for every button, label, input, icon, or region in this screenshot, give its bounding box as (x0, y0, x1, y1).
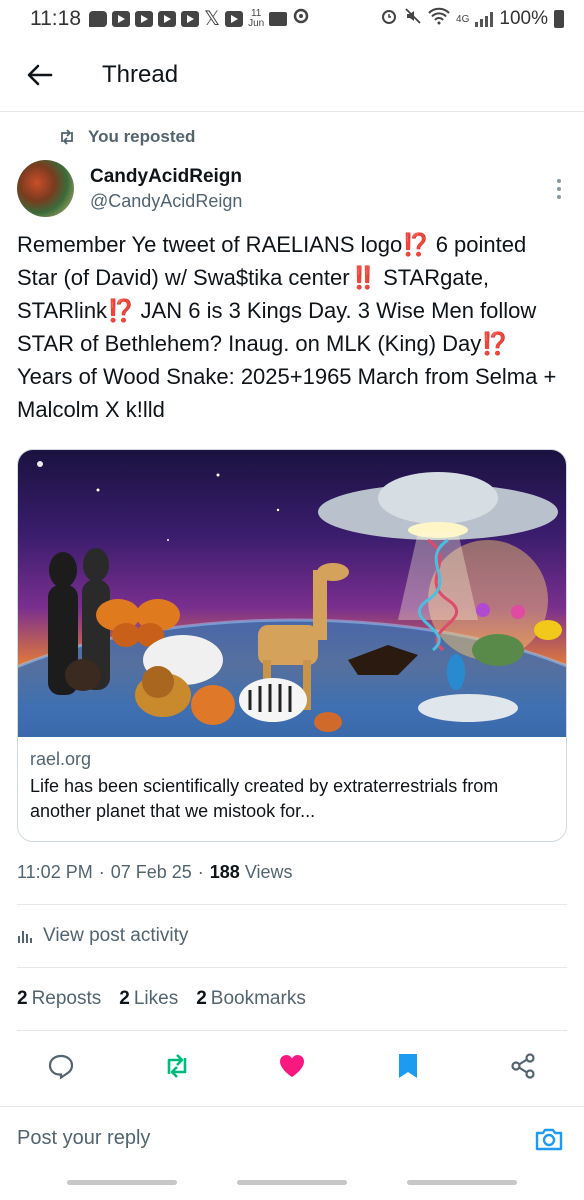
signal-icon (475, 11, 494, 27)
reply-button[interactable] (41, 1046, 81, 1086)
repost-icon (167, 1054, 186, 1078)
reposts-count: 2 (17, 988, 28, 1009)
camera-button[interactable] (531, 1121, 567, 1157)
status-bar: 11:18 𝕏 11 Jun 4G 100% (0, 0, 584, 38)
post-meta: 11:02 PM · 07 Feb 25 · 188 Views (17, 862, 293, 883)
card-meta: rael.org Life has been scientifically cr… (18, 737, 566, 824)
more-options-button[interactable] (549, 169, 569, 209)
divider (17, 967, 567, 968)
bookmark-button[interactable] (388, 1046, 428, 1086)
folder-icon (269, 12, 288, 26)
likes-label: Likes (133, 988, 179, 1009)
network-type: 4G (456, 13, 470, 25)
back-button[interactable] (0, 38, 80, 112)
separator-dot: · (98, 862, 105, 882)
card-domain: rael.org (30, 749, 92, 769)
reposts-label: Reposts (31, 988, 102, 1009)
reply-icon (48, 1054, 74, 1080)
author-name[interactable]: CandyAcidReign (90, 166, 242, 188)
youtube-icon (112, 11, 130, 27)
mute-icon (404, 7, 422, 31)
camera-icon (535, 1128, 563, 1150)
card-image[interactable] (18, 450, 566, 737)
card-illustration (18, 461, 566, 737)
share-button[interactable] (503, 1046, 543, 1086)
calendar-month: Jun (248, 18, 265, 29)
views-label: Views (244, 862, 293, 882)
likes-count: 2 (119, 988, 130, 1009)
analytics-icon (18, 931, 32, 943)
youtube-icon (225, 11, 244, 27)
nav-home-handle[interactable] (237, 1180, 347, 1185)
nav-recents-handle[interactable] (67, 1180, 177, 1185)
views: 188 Views (210, 862, 293, 883)
share-icon (511, 1053, 535, 1079)
youtube-icon (158, 11, 176, 27)
calendar-icon: 11 Jun (248, 9, 264, 29)
divider (17, 904, 567, 905)
repost-icon (61, 129, 73, 145)
divider (17, 1030, 567, 1031)
nav-back-handle[interactable] (407, 1180, 517, 1185)
thread-header: Thread (0, 38, 584, 112)
system-status: 4G 100% (380, 7, 564, 31)
separator-dot: · (197, 862, 204, 882)
youtube-icon (181, 11, 199, 27)
system-nav-bar (0, 1180, 584, 1185)
arrow-left-icon (27, 64, 53, 85)
view-post-activity-link[interactable]: View post activity (17, 925, 188, 947)
bookmarks-count: 2 (196, 988, 207, 1009)
activity-label: View post activity (43, 925, 189, 946)
bookmarks-label: Bookmarks (210, 988, 306, 1009)
repost-button[interactable] (157, 1046, 197, 1086)
views-count: 188 (209, 862, 240, 882)
likes-stat[interactable]: 2 Likes (119, 988, 178, 1010)
reposts-stat[interactable]: 2 Reposts (17, 988, 101, 1010)
battery-percent: 100% (499, 8, 548, 29)
youtube-icon (135, 11, 153, 27)
link-preview-card[interactable]: rael.org Life has been scientifically cr… (17, 449, 567, 842)
repost-label: You reposted (88, 127, 196, 146)
reply-input[interactable] (17, 1127, 531, 1150)
bookmark-icon (398, 1054, 417, 1078)
action-bar (17, 1042, 567, 1090)
more-dots-icon (557, 178, 561, 183)
like-button[interactable] (272, 1046, 312, 1086)
engagement-stats: 2 Reposts 2 Likes 2 Bookmarks (17, 988, 306, 1010)
alarm-icon (380, 7, 398, 31)
post-date[interactable]: 07 Feb 25 (111, 862, 192, 883)
settings-icon (292, 7, 310, 31)
reply-bar (0, 1106, 584, 1170)
status-time: 11:18 (30, 7, 81, 30)
page-title: Thread (102, 60, 179, 88)
author-row: CandyAcidReign @CandyAcidReign (17, 160, 577, 217)
author-handle[interactable]: @CandyAcidReign (90, 191, 242, 212)
battery-icon (554, 10, 564, 28)
wifi-icon (428, 7, 450, 31)
x-icon: 𝕏 (204, 8, 221, 30)
author-names[interactable]: CandyAcidReign @CandyAcidReign (90, 166, 242, 212)
bookmarks-stat[interactable]: 2 Bookmarks (196, 988, 306, 1010)
repost-indicator[interactable]: You reposted (58, 127, 195, 147)
tweet-text: Remember Ye tweet of RAELIANS logo⁉️ 6 p… (17, 232, 557, 422)
message-icon (89, 11, 107, 27)
avatar[interactable] (17, 160, 74, 217)
notification-icons: 𝕏 11 Jun (89, 7, 380, 31)
post-time[interactable]: 11:02 PM (17, 862, 93, 883)
heart-icon (280, 1055, 304, 1077)
card-description: Life has been scientifically created by … (30, 776, 499, 821)
